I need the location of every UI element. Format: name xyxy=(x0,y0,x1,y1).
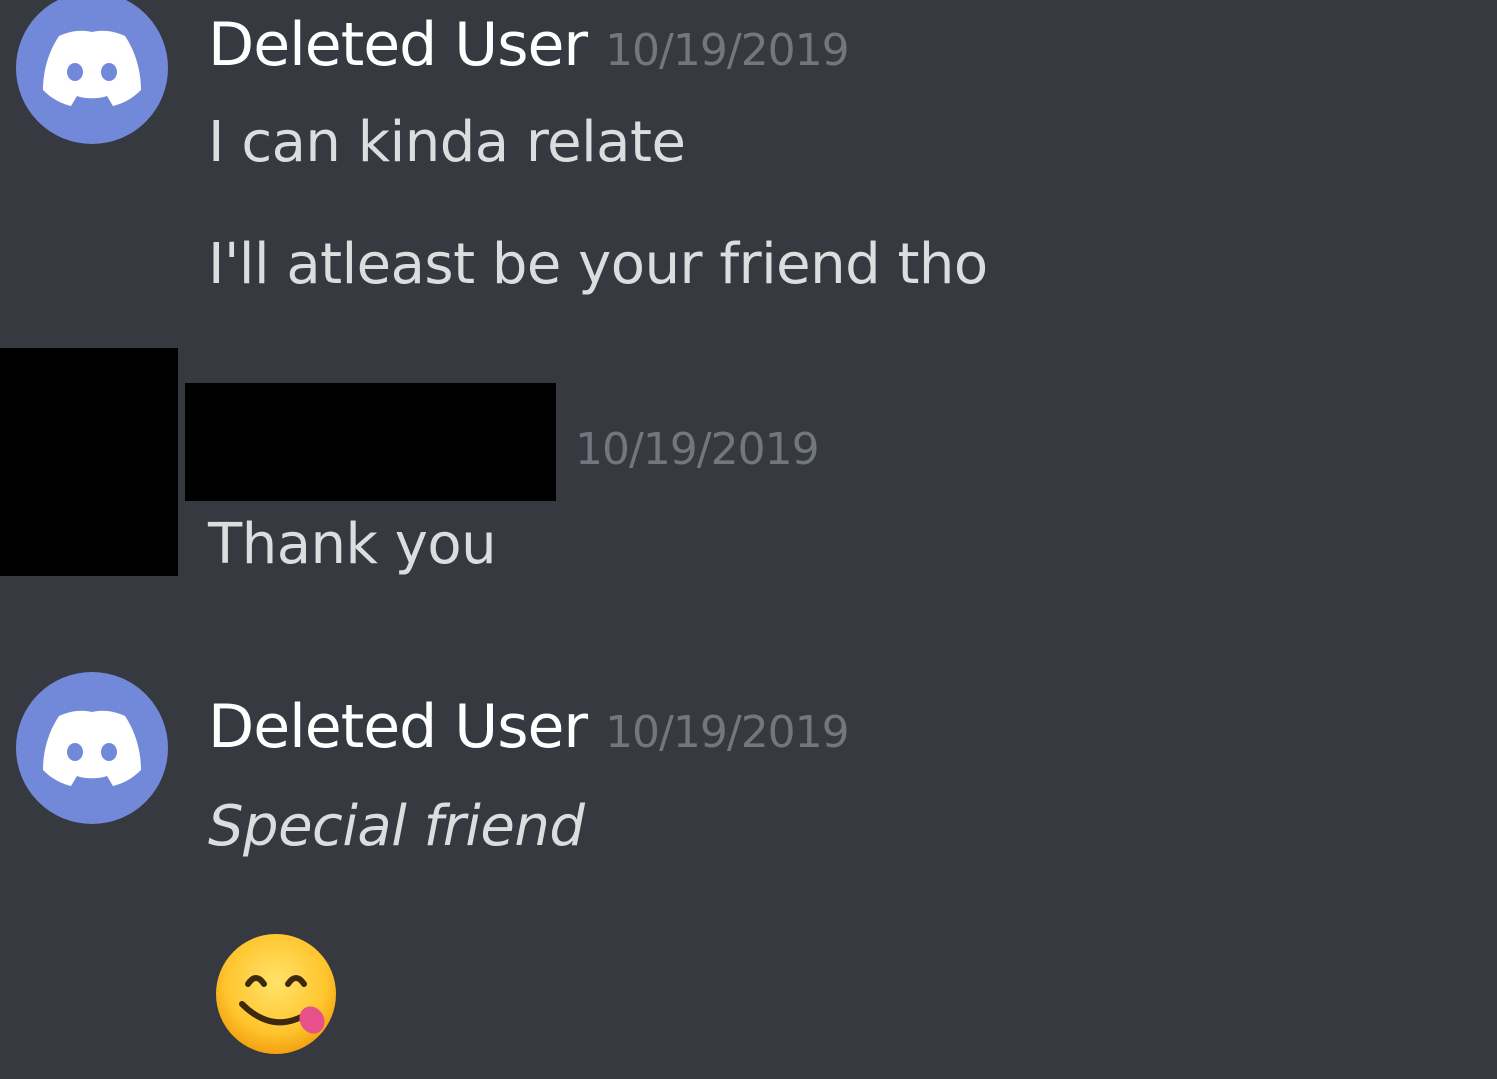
message-text: I can kinda relate xyxy=(208,110,686,175)
timestamp: 10/19/2019 xyxy=(605,25,850,76)
face-savoring-food-emoji xyxy=(216,934,336,1054)
message-text: I'll atleast be your friend tho xyxy=(208,232,988,297)
message-header: Deleted User 10/19/2019 xyxy=(208,10,850,80)
username[interactable]: Deleted User xyxy=(208,10,588,80)
discord-logo-icon xyxy=(43,710,141,786)
user-avatar[interactable] xyxy=(16,0,168,144)
timestamp: 10/19/2019 xyxy=(605,707,850,758)
message-header: Deleted User 10/19/2019 xyxy=(208,692,850,762)
redacted-avatar xyxy=(0,348,178,576)
redacted-username xyxy=(185,383,556,501)
discord-logo-icon xyxy=(43,30,141,106)
message-text: Thank you xyxy=(208,512,497,577)
username[interactable]: Deleted User xyxy=(208,692,588,762)
user-avatar[interactable] xyxy=(16,672,168,824)
timestamp: 10/19/2019 xyxy=(575,424,820,475)
message-text: Special friend xyxy=(208,794,585,859)
chat-messages: Deleted User 10/19/2019 I can kinda rela… xyxy=(0,0,1497,1079)
